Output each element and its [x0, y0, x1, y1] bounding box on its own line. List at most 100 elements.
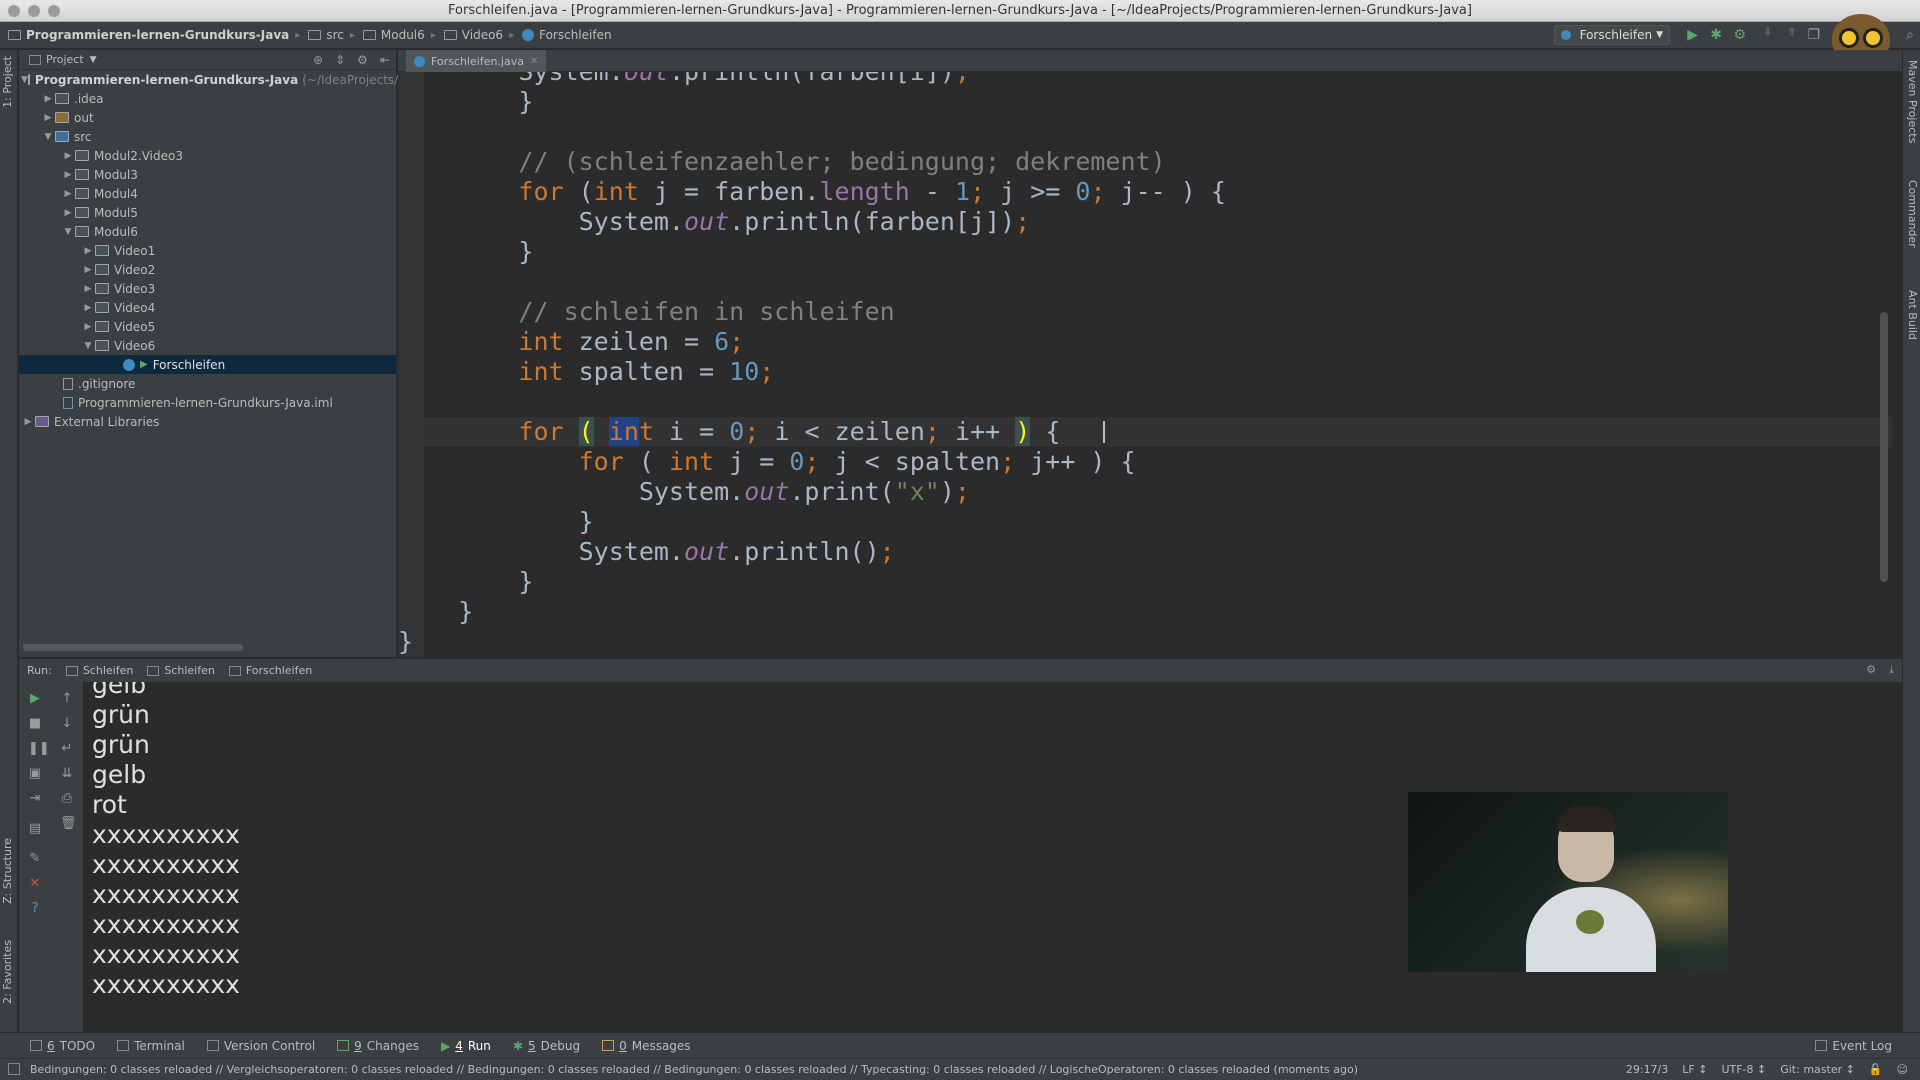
breadcrumb-src[interactable]: src: [300, 22, 350, 49]
debug-icon[interactable]: ✱: [1710, 27, 1722, 43]
tool-number: 6: [47, 1038, 55, 1053]
close-window-button[interactable]: [8, 5, 20, 17]
messages-icon: [602, 1040, 615, 1051]
caret-position[interactable]: 29:17/3: [1626, 1063, 1668, 1076]
breadcrumb-project[interactable]: Programmieren-lernen-Grundkurs-Java: [0, 22, 295, 49]
console-line: xxxxxxxxxx: [92, 940, 240, 969]
vcs-update-icon[interactable]: ⇩: [1764, 27, 1772, 38]
print-icon[interactable]: ⎙: [60, 792, 74, 806]
tree-item-video1[interactable]: ▶ Video1: [19, 241, 396, 260]
minimize-window-button[interactable]: [28, 5, 40, 17]
tree-item-video5[interactable]: ▶ Video5: [19, 317, 396, 336]
code-editor[interactable]: System.out.println(farben[i]); } // (sch…: [398, 72, 1892, 657]
terminal-tool-button[interactable]: Terminal: [117, 1039, 185, 1053]
code-line: int spalten = 10;: [518, 357, 775, 386]
ant-build-tool-tab[interactable]: Ant Build: [1906, 290, 1919, 340]
help-icon[interactable]: ?: [28, 902, 42, 916]
zoom-window-button[interactable]: [48, 5, 60, 17]
toggle-tool-windows-icon[interactable]: [8, 1063, 20, 1075]
tree-item-video3[interactable]: ▶ Video3: [19, 279, 396, 298]
tree-item-modul4[interactable]: ▶ Modul4: [19, 184, 396, 203]
arrow-down-icon[interactable]: ↓: [60, 717, 74, 731]
messages-tool-button[interactable]: 0 Messages: [602, 1039, 691, 1053]
tree-item-forschleifen[interactable]: ▶ Forschleifen: [19, 355, 396, 374]
hide-panel-icon[interactable]: ⇤: [380, 53, 390, 67]
run-icon: ▶: [441, 1038, 451, 1053]
inspector-icon[interactable]: ☺: [1897, 1063, 1908, 1076]
vcs-commit-icon[interactable]: ⇧: [1788, 27, 1796, 38]
lock-icon[interactable]: 🔓: [1869, 1063, 1883, 1076]
trash-icon[interactable]: 🗑: [60, 817, 77, 831]
tree-item-video6[interactable]: ▼ Video6: [19, 336, 396, 355]
breadcrumb-forschleifen[interactable]: Forschleifen: [514, 22, 617, 49]
pause-icon[interactable]: ❚❚: [28, 742, 50, 756]
version-control-tool-button[interactable]: Version Control: [206, 1039, 315, 1053]
scroll-to-end-icon[interactable]: ⇊: [60, 767, 74, 781]
folder-icon: [443, 30, 457, 40]
tree-item-src[interactable]: ▼ src: [19, 127, 396, 146]
pin-icon[interactable]: ✎: [28, 852, 42, 866]
maven-tool-tab[interactable]: Maven Projects: [1906, 60, 1919, 143]
exit-icon[interactable]: ⇥: [28, 792, 42, 806]
line-separator-select[interactable]: LF ↕: [1682, 1063, 1707, 1076]
todo-tool-button[interactable]: 6 TODO: [30, 1039, 95, 1053]
tree-item-out[interactable]: ▶ out: [19, 108, 396, 127]
git-branch-select[interactable]: Git: master ↕: [1780, 1063, 1855, 1076]
tree-item-video2[interactable]: ▶ Video2: [19, 260, 396, 279]
collapse-all-icon[interactable]: ⇕: [335, 53, 345, 67]
tree-item-modul2-video3[interactable]: ▶ Modul2.Video3: [19, 146, 396, 165]
tree-item-gitignore[interactable]: .gitignore: [19, 374, 396, 393]
tool-label: Debug: [540, 1038, 581, 1053]
stop-icon[interactable]: ■: [28, 717, 42, 731]
run-config-select[interactable]: Forschleifen ▼: [1553, 25, 1670, 45]
run-tab-schleifen-1[interactable]: Schleifen: [65, 664, 133, 677]
tree-item-modul5[interactable]: ▶ Modul5: [19, 203, 396, 222]
structure-tool-tab[interactable]: Z: Structure: [1, 838, 14, 904]
chevron-right-icon: ▶: [84, 283, 92, 294]
layout-icon[interactable]: ▤: [28, 822, 42, 836]
run-tool-button[interactable]: ▶ 4 Run: [441, 1039, 491, 1053]
run-icon[interactable]: ▶: [1687, 27, 1698, 43]
tree-item-video4[interactable]: ▶ Video4: [19, 298, 396, 317]
dump-threads-icon[interactable]: ▣: [28, 767, 42, 781]
encoding-select[interactable]: UTF-8 ↕: [1721, 1063, 1766, 1076]
search-icon[interactable]: ⌕: [1906, 27, 1914, 43]
favorites-tool-tab[interactable]: 2: Favorites: [1, 940, 14, 1004]
event-log-button[interactable]: Event Log: [1815, 1039, 1892, 1053]
tree-item-modul6[interactable]: ▼ Modul6: [19, 222, 396, 241]
project-tool-tab[interactable]: 1: Project: [1, 56, 14, 108]
chevron-right-icon: ▶: [44, 112, 52, 123]
project-panel-title[interactable]: Project: [46, 53, 84, 66]
scroll-from-source-icon[interactable]: ⊕: [313, 53, 323, 67]
breadcrumb-label: Forschleifen: [539, 28, 612, 42]
tree-item-project-root[interactable]: ▼Programmieren-lernen-Grundkurs-Java(~/I…: [19, 70, 636, 89]
close-icon[interactable]: ✕: [530, 56, 538, 67]
status-message[interactable]: Bedingungen: 0 classes reloaded // Vergl…: [30, 1063, 1358, 1076]
coverage-icon[interactable]: ⚙: [1733, 27, 1746, 43]
tree-item-external-libraries[interactable]: ▶ External Libraries: [19, 412, 396, 431]
chevron-right-icon: ▶: [64, 150, 72, 161]
gear-icon[interactable]: ⚙: [1866, 663, 1876, 676]
run-tab-schleifen-2[interactable]: Schleifen: [147, 664, 215, 677]
close-icon[interactable]: ✕: [28, 877, 42, 891]
chevron-down-icon[interactable]: ▼: [90, 55, 97, 65]
soft-wrap-icon[interactable]: ↵: [60, 742, 74, 756]
rerun-icon[interactable]: ▶: [28, 692, 42, 706]
breadcrumb-modul6[interactable]: Modul6: [355, 22, 431, 49]
gear-icon[interactable]: ⚙: [357, 53, 368, 67]
run-tab-forschleifen[interactable]: Forschleifen: [228, 664, 312, 677]
tree-item-modul3[interactable]: ▶ Modul3: [19, 165, 396, 184]
commander-tool-tab[interactable]: Commander: [1906, 180, 1919, 248]
tree-item-iml[interactable]: Programmieren-lernen-Grundkurs-Java.iml: [19, 393, 396, 412]
debug-tool-button[interactable]: ✱ 5 Debug: [513, 1039, 580, 1053]
window-icon[interactable]: ❐: [1807, 27, 1820, 43]
arrow-up-icon[interactable]: ↑: [60, 692, 74, 706]
tree-item-idea[interactable]: ▶ .idea: [19, 89, 396, 108]
changes-tool-button[interactable]: 9 Changes: [337, 1039, 419, 1053]
hide-panel-icon[interactable]: ⤓: [1889, 663, 1894, 677]
project-horizontal-scrollbar[interactable]: [23, 644, 243, 651]
tree-item-label: Modul2.Video3: [94, 148, 183, 163]
editor-tab-forschleifen[interactable]: Forschleifen.java ✕: [406, 50, 547, 72]
breadcrumb-video6[interactable]: Video6: [436, 22, 509, 49]
editor-vertical-scrollbar[interactable]: [1880, 312, 1888, 582]
